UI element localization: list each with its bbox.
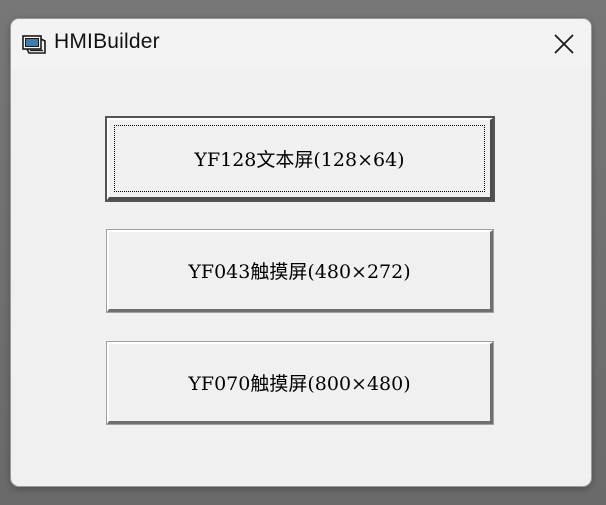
button-label: YF070触摸屏(800×480): [188, 373, 411, 395]
desktop-background: HMIBuilder YF128文本屏(128×64) YF043触摸屏(480…: [0, 0, 606, 505]
hmibuilder-dialog: HMIBuilder YF128文本屏(128×64) YF043触摸屏(480…: [11, 19, 591, 486]
yf070-touch-screen-button[interactable]: YF070触摸屏(800×480): [106, 341, 494, 425]
title-bar[interactable]: HMIBuilder: [11, 19, 591, 69]
yf128-text-screen-button[interactable]: YF128文本屏(128×64): [105, 116, 495, 202]
hmi-app-icon: [21, 33, 47, 55]
button-label: YF043触摸屏(480×272): [188, 261, 411, 283]
button-label: YF128文本屏(128×64): [194, 149, 405, 171]
yf043-touch-screen-button[interactable]: YF043触摸屏(480×272): [106, 229, 494, 313]
window-title: HMIBuilder: [54, 30, 160, 53]
close-icon: [554, 34, 574, 54]
close-button[interactable]: [543, 24, 585, 64]
